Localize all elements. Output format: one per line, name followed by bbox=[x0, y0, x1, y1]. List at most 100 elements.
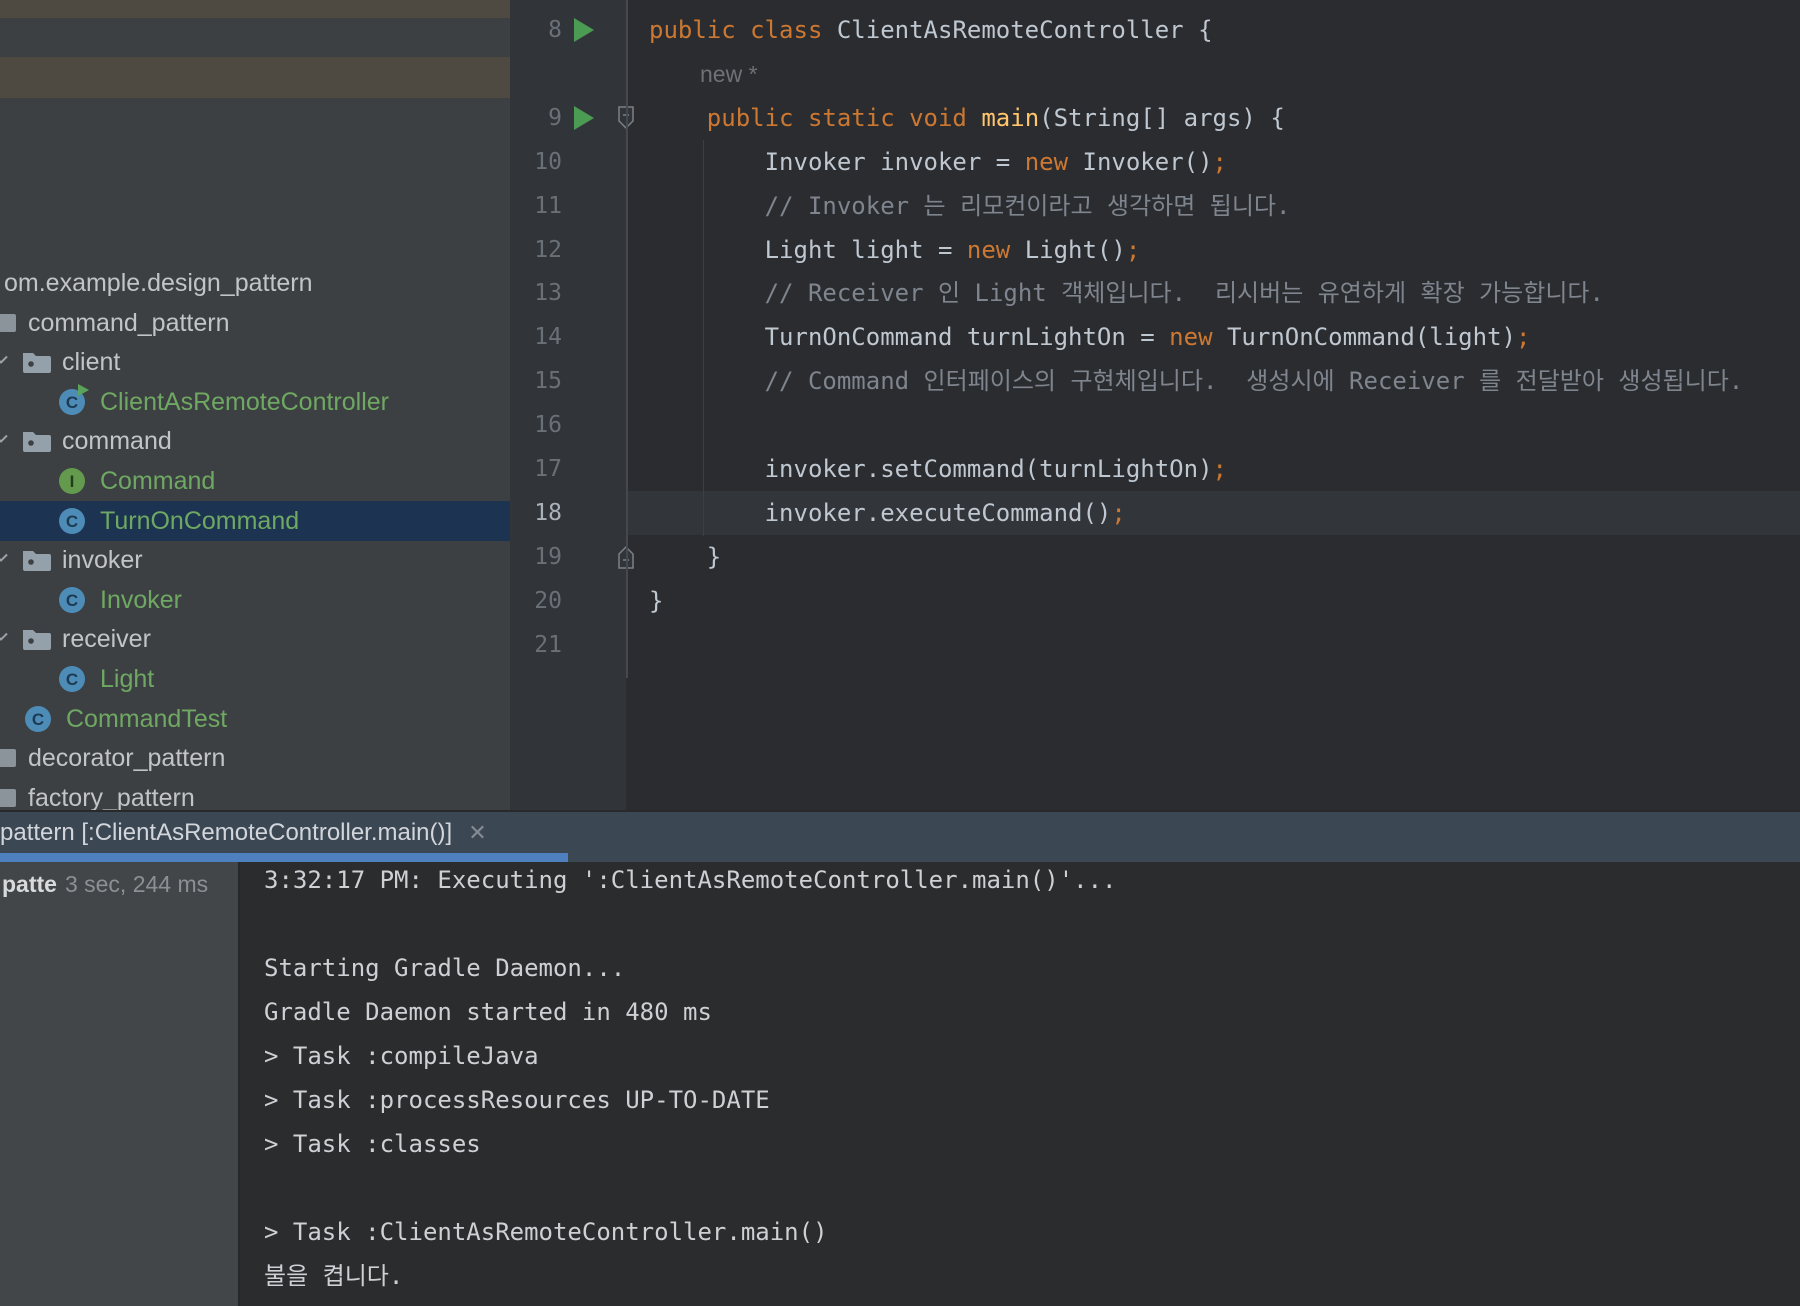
console-line: > Task :compileJava bbox=[264, 1042, 539, 1070]
tree-item-label: factory_pattern bbox=[28, 783, 195, 811]
tree-item-client[interactable]: client bbox=[0, 342, 510, 382]
tree-item-command[interactable]: command bbox=[0, 421, 510, 461]
tree-item-Command[interactable]: I Command bbox=[0, 461, 510, 501]
tree-item-Invoker[interactable]: C Invoker bbox=[0, 580, 510, 620]
code-text: Invoker invoker = new Invoker(); bbox=[649, 148, 1227, 176]
svg-text:C: C bbox=[66, 670, 78, 689]
folder-icon bbox=[22, 350, 52, 374]
tree-item-label: decorator_pattern bbox=[28, 743, 226, 772]
tree-item-receiver[interactable]: receiver bbox=[0, 619, 510, 659]
line-number[interactable]: 13 bbox=[510, 271, 562, 315]
folder-icon bbox=[22, 627, 52, 651]
code-line-19[interactable]: 19 } bbox=[510, 535, 1800, 579]
tree-item-label: om.example.design_pattern bbox=[4, 268, 313, 297]
code-editor[interactable]: 8 public class ClientAsRemoteController {… bbox=[510, 0, 1800, 810]
line-number[interactable]: 9 bbox=[510, 96, 562, 140]
run-tab[interactable]: pattern [:ClientAsRemoteController.main(… bbox=[0, 812, 487, 853]
tree-item-ClientAsRemoteController[interactable]: C ClientAsRemoteController bbox=[0, 382, 510, 422]
class-icon: C bbox=[58, 586, 86, 614]
svg-text:C: C bbox=[32, 710, 44, 729]
run-task-tree-pane[interactable]: patte 3 sec, 244 ms bbox=[0, 862, 240, 1306]
run-console-output[interactable]: 3:32:17 PM: Executing ':ClientAsRemoteCo… bbox=[240, 862, 1800, 1306]
tree-item-TurnOnCommand[interactable]: C TurnOnCommand bbox=[0, 501, 510, 541]
line-number[interactable]: 21 bbox=[510, 623, 562, 667]
folder-icon bbox=[22, 548, 52, 572]
fold-region-line bbox=[626, 0, 628, 678]
tree-item-factory_pattern[interactable]: factory_pattern bbox=[0, 778, 510, 810]
tree-item-command_pattern[interactable]: command_pattern bbox=[0, 303, 510, 343]
tree-item-label: Command bbox=[100, 466, 216, 495]
line-number[interactable]: 8 bbox=[510, 8, 562, 52]
code-text: public class ClientAsRemoteController { bbox=[649, 16, 1213, 44]
close-icon[interactable]: ✕ bbox=[468, 820, 486, 846]
line-number[interactable]: 19 bbox=[510, 535, 562, 579]
tree-item-label: invoker bbox=[62, 545, 143, 574]
tree-item-label: TurnOnCommand bbox=[100, 506, 300, 535]
console-line: Gradle Daemon started in 480 ms bbox=[264, 998, 712, 1026]
tree-item-CommandTest[interactable]: C CommandTest bbox=[0, 699, 510, 739]
line-number[interactable]: 20 bbox=[510, 579, 562, 623]
highlight-band bbox=[0, 0, 510, 18]
class-icon: C bbox=[58, 665, 86, 693]
tree-item-invoker[interactable]: invoker bbox=[0, 540, 510, 580]
task-duration: 3 sec, 244 ms bbox=[64, 871, 209, 897]
project-tree-panel[interactable]: om.example.design_pattern command_pattern… bbox=[0, 0, 510, 810]
chevron-down-icon[interactable] bbox=[0, 352, 9, 373]
code-line-20[interactable]: 20} bbox=[510, 579, 1800, 623]
console-line: 3:32:17 PM: Executing ':ClientAsRemoteCo… bbox=[264, 866, 1117, 894]
line-number[interactable]: 10 bbox=[510, 140, 562, 184]
code-text: public static void main(String[] args) { bbox=[706, 104, 1285, 132]
class-icon: C bbox=[24, 705, 52, 733]
chevron-down-icon[interactable] bbox=[0, 629, 9, 650]
code-text: TurnOnCommand turnLightOn = new TurnOnCo… bbox=[649, 323, 1531, 351]
gradle-task-node[interactable]: patte 3 sec, 244 ms bbox=[2, 868, 208, 900]
line-number[interactable]: 15 bbox=[510, 359, 562, 403]
line-number[interactable]: 16 bbox=[510, 403, 562, 447]
code-line-9[interactable]: 9 public static void main(String[] args)… bbox=[510, 96, 1800, 140]
chevron-down-icon[interactable] bbox=[0, 431, 9, 452]
line-number[interactable]: 18 bbox=[510, 491, 562, 535]
code-line-8[interactable]: 8 public class ClientAsRemoteController { bbox=[510, 8, 1800, 52]
task-name: patte bbox=[2, 871, 57, 897]
svg-text:C: C bbox=[66, 591, 78, 610]
line-number[interactable]: 11 bbox=[510, 184, 562, 228]
folder-icon bbox=[22, 429, 52, 453]
run-gutter-icon[interactable] bbox=[574, 106, 594, 130]
tree-item-label: receiver bbox=[62, 624, 151, 653]
class-icon: C bbox=[58, 507, 86, 535]
code-text: // Receiver 인 Light 객체입니다. 리시버는 유연하게 확장 … bbox=[764, 279, 1604, 307]
package-icon bbox=[0, 787, 18, 809]
code-line-21[interactable]: 21 bbox=[510, 623, 1800, 667]
run-tab-title: pattern [:ClientAsRemoteController.main(… bbox=[0, 818, 453, 846]
tree-item-decorator_pattern[interactable]: decorator_pattern bbox=[0, 738, 510, 778]
run-toolwindow-header: pattern [:ClientAsRemoteController.main(… bbox=[0, 810, 1800, 864]
console-line: > Task :processResources UP-TO-DATE bbox=[264, 1086, 770, 1114]
tree-item-om.example.design_pattern[interactable]: om.example.design_pattern bbox=[0, 263, 510, 303]
line-number[interactable]: 12 bbox=[510, 228, 562, 272]
tree-item-label: ClientAsRemoteController bbox=[100, 387, 390, 416]
tree-item-label: Invoker bbox=[100, 585, 182, 614]
tree-item-label: command_pattern bbox=[28, 308, 230, 337]
svg-text:C: C bbox=[66, 512, 78, 531]
code-text: // Invoker 는 리모컨이라고 생각하면 됩니다. bbox=[764, 192, 1291, 220]
chevron-down-icon[interactable] bbox=[0, 550, 9, 571]
tree-item-label: CommandTest bbox=[66, 704, 228, 733]
code-text: invoker.executeCommand(); bbox=[649, 499, 1126, 527]
code-text: invoker.setCommand(turnLightOn); bbox=[649, 455, 1227, 483]
tree-item-Light[interactable]: C Light bbox=[0, 659, 510, 699]
tree-item-label: command bbox=[62, 426, 172, 455]
ide-window: om.example.design_pattern command_pattern… bbox=[0, 0, 1800, 1306]
console-line: 불을 켭니다. bbox=[264, 1262, 404, 1290]
package-icon bbox=[0, 312, 18, 334]
indent-guide bbox=[703, 140, 704, 536]
line-number[interactable]: 14 bbox=[510, 315, 562, 359]
line-number[interactable]: 17 bbox=[510, 447, 562, 491]
highlight-band bbox=[0, 57, 510, 98]
run-gutter-icon[interactable] bbox=[574, 18, 594, 42]
interface-icon: I bbox=[58, 467, 86, 495]
tree-item-label: client bbox=[62, 347, 121, 376]
console-line: Starting Gradle Daemon... bbox=[264, 954, 626, 982]
console-line: > Task :ClientAsRemoteController.main() bbox=[264, 1218, 828, 1246]
code-text: // Command 인터페이스의 구현체입니다. 생성시에 Receiver … bbox=[764, 367, 1744, 395]
